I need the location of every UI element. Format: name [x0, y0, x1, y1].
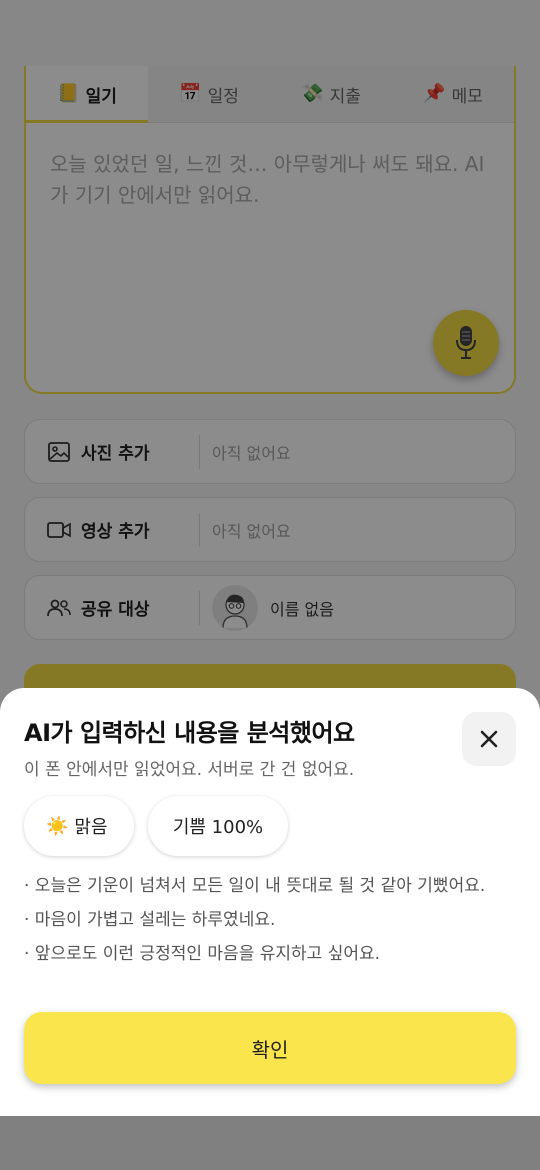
close-button[interactable] — [462, 712, 516, 766]
analysis-notes: · 오늘은 기운이 넘쳐서 모든 일이 내 뜻대로 될 것 같아 기뻤어요. ·… — [24, 871, 494, 973]
weather-label: 맑음 — [74, 817, 108, 838]
weather-chip[interactable]: ☀️ 맑음 — [24, 796, 134, 856]
close-icon — [480, 730, 498, 748]
system-navigation-bar — [0, 1116, 540, 1170]
confirm-button[interactable]: 확인 — [24, 1012, 516, 1084]
analysis-chips: ☀️ 맑음 기쁨 100% — [24, 796, 288, 856]
sun-icon: ☀️ — [46, 815, 69, 837]
analysis-bottom-sheet: AI가 입력하신 내용을 분석했어요 이 폰 안에서만 읽었어요. 서버로 간 … — [0, 688, 540, 1108]
analysis-note: · 마음이 가볍고 설레는 하루였네요. — [24, 910, 276, 930]
analysis-note: · 앞으로도 이런 긍정적인 마음을 유지하고 싶어요. — [24, 944, 381, 964]
analysis-note: · 오늘은 기운이 넘쳐서 모든 일이 내 뜻대로 될 것 같아 기뻤어요. — [24, 876, 486, 896]
mood-chip[interactable]: 기쁨 100% — [148, 796, 288, 856]
sheet-bottom-edge — [0, 1108, 540, 1116]
mood-label: 기쁨 100% — [172, 817, 264, 838]
sheet-subtitle: 이 폰 안에서만 읽었어요. 서버로 간 건 없어요. — [24, 760, 355, 780]
sheet-title: AI가 입력하신 내용을 분석했어요 — [24, 719, 355, 747]
